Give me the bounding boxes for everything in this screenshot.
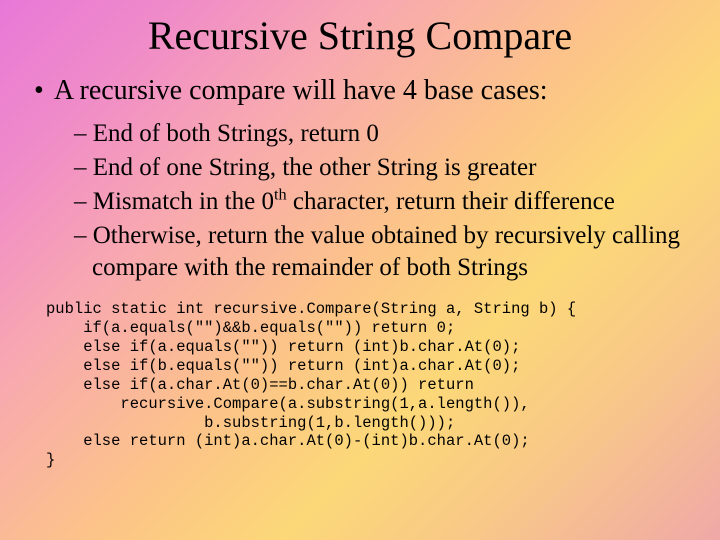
dash-icon: – — [74, 120, 87, 147]
bullet-dot-icon: • — [34, 73, 44, 108]
dash-icon: – — [74, 154, 87, 181]
list-item: – Mismatch in the 0th character, return … — [74, 186, 692, 218]
sub-bullet-list: – End of both Strings, return 0 – End of… — [74, 118, 692, 284]
code-block: public static int recursive.Compare(Stri… — [46, 300, 692, 470]
dash-icon: – — [74, 188, 87, 215]
list-item: – Otherwise, return the value obtained b… — [74, 220, 692, 284]
list-item: – End of both Strings, return 0 — [74, 118, 692, 150]
dash-icon: – — [74, 222, 87, 249]
list-item: – End of one String, the other String is… — [74, 152, 692, 184]
list-item-text: End of one String, the other String is g… — [93, 154, 537, 181]
main-bullet-text: A recursive compare will have 4 base cas… — [54, 75, 548, 106]
list-item-text: Otherwise, return the value obtained by … — [92, 222, 680, 281]
main-bullet: • A recursive compare will have 4 base ca… — [34, 73, 692, 108]
list-item-text: Mismatch in the 0th character, return th… — [93, 188, 615, 215]
slide-title: Recursive String Compare — [28, 12, 692, 59]
list-item-text: End of both Strings, return 0 — [93, 120, 379, 147]
